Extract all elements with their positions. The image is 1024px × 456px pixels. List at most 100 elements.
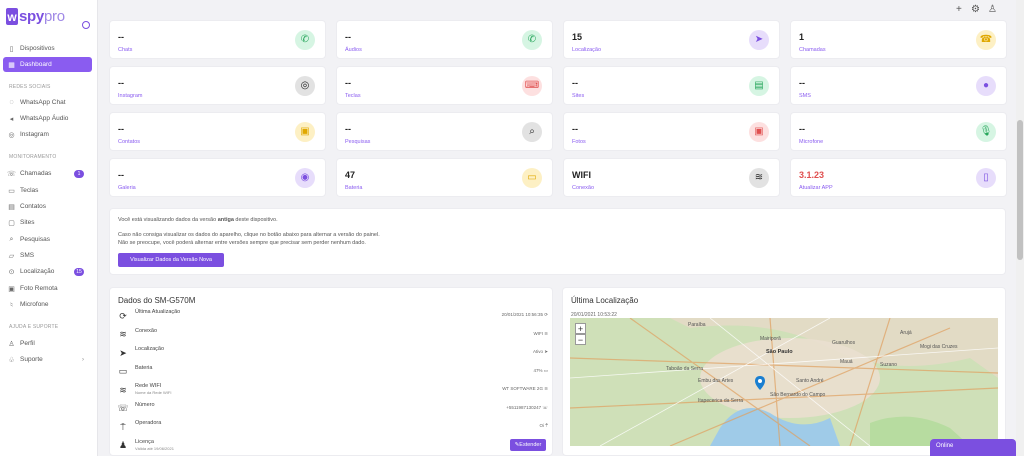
- stat-value: 15: [572, 32, 583, 42]
- device-row-label: Licença: [135, 438, 154, 445]
- user-icon: ♟: [118, 440, 128, 450]
- sidebar-item-whatsapp-audio[interactable]: ◂ WhatsApp Áudio: [3, 111, 92, 126]
- stat-card-instagram[interactable]: -- Instagram ◎: [109, 66, 326, 105]
- camera-icon: ◉: [295, 167, 315, 188]
- topbar: [99, 0, 1024, 17]
- sidebar-item-dispositivos[interactable]: ▯ Dispositivos: [3, 41, 92, 56]
- stat-card-contatos[interactable]: -- Contatos ▣: [109, 112, 326, 151]
- stat-label: Conexão: [572, 185, 595, 191]
- stat-label: Microfone: [799, 139, 824, 145]
- stat-card-conex-o[interactable]: WIFI Conexão ≋: [563, 158, 780, 197]
- location-icon: ⊙: [8, 268, 15, 276]
- refresh-icon: ⟳: [544, 312, 548, 317]
- sidebar-item-chamadas[interactable]: ☏ Chamadas 1: [3, 166, 92, 181]
- sidebar-item-dashboard[interactable]: ▦ Dashboard: [3, 57, 92, 72]
- scrollbar[interactable]: [1016, 0, 1024, 456]
- notice-line-3: Não se preocupe, você poderá alternar en…: [118, 240, 366, 246]
- device-row-label: Localização: [135, 346, 165, 352]
- stat-label: Teclas: [345, 93, 361, 99]
- stat-value: --: [118, 170, 124, 180]
- svg-text:São Paulo: São Paulo: [766, 349, 793, 355]
- sidebar-item-teclas[interactable]: ▭ Teclas: [3, 183, 92, 198]
- battery-icon: ▭: [522, 167, 542, 188]
- svg-text:Guarulhos: Guarulhos: [832, 340, 856, 346]
- sidebar-item-sites[interactable]: ▢ Sites: [3, 215, 92, 230]
- wifi-icon: ≋: [749, 167, 769, 188]
- device-row: ⟳ Última Atualização 20/01/2021 10:56:35 ⟳: [118, 309, 548, 325]
- account-icon[interactable]: ♙: [988, 4, 997, 15]
- extend-license-button[interactable]: ✎ Estender: [510, 439, 546, 451]
- stat-card-atualizar-app[interactable]: 3.1.23 Atualizar APP ▯: [790, 158, 1007, 197]
- zoom-in-button[interactable]: +: [575, 323, 586, 334]
- device-row-label: Conexão: [135, 327, 158, 334]
- stat-card-chamadas[interactable]: 1 Chamadas ☎: [790, 20, 1007, 59]
- stat-label: Contatos: [118, 139, 141, 145]
- sidebar-item-contatos[interactable]: ▤ Contatos: [3, 199, 92, 214]
- location-title: Última Localização: [571, 296, 639, 305]
- antenna-icon: ⍑: [120, 421, 126, 432]
- brand-logo[interactable]: w spypro: [6, 8, 65, 25]
- instagram-icon: ◎: [8, 131, 15, 139]
- whatsapp-icon: ◌: [9, 99, 14, 106]
- navigation-icon: ➤: [544, 349, 548, 354]
- section-redes-sociais: REDES SOCIAIS: [9, 84, 51, 90]
- sidebar-item-localizacao[interactable]: ⊙ Localização 15: [3, 264, 92, 279]
- device-row-value: +5511987130247 ☏: [506, 404, 548, 410]
- device-row-value: WT SOFTWARE 2G ≋: [502, 386, 548, 391]
- search-icon: ⌕: [9, 235, 14, 243]
- phone-icon: ☏: [542, 404, 548, 410]
- device-row: ⍑ Operadora Oi ⍑: [118, 420, 548, 436]
- view-new-version-button[interactable]: Visualizar Dados da Versão Nova: [118, 253, 224, 267]
- stat-label: Instagram: [118, 93, 143, 99]
- sidebar-item-suporte[interactable]: ♧ Suporte ›: [3, 352, 92, 367]
- sidebar-item-sms[interactable]: ▱ SMS: [3, 248, 92, 263]
- stat-card-sms[interactable]: -- SMS ●: [790, 66, 1007, 105]
- sidebar-item-whatsapp-chat[interactable]: ◌ WhatsApp Chat: [3, 95, 92, 110]
- gear-icon[interactable]: ⚙: [971, 4, 980, 15]
- battery-icon: ▭: [543, 367, 548, 373]
- stat-card-fotos[interactable]: -- Fotos ▣: [563, 112, 780, 151]
- svg-text:Mairiporã: Mairiporã: [760, 336, 781, 342]
- device-row-value: WIFI ≋: [533, 330, 548, 336]
- stat-card-pesquisas[interactable]: -- Pesquisas ⌕: [336, 112, 553, 151]
- stat-card--udios[interactable]: -- Áudios ✆: [336, 20, 553, 59]
- stat-label: Galeria: [118, 185, 136, 191]
- stat-card-localiza-o[interactable]: 15 Localização ➤: [563, 20, 780, 59]
- stat-label: Chamadas: [799, 47, 826, 53]
- scrollbar-thumb[interactable]: [1017, 120, 1023, 260]
- add-icon[interactable]: +: [956, 4, 962, 15]
- svg-text:Santo André: Santo André: [796, 378, 824, 384]
- zoom-out-button[interactable]: −: [575, 334, 586, 345]
- location-map[interactable]: Paraíba Mairiporã São Paulo Taboão da Se…: [570, 318, 998, 446]
- svg-text:Paraíba: Paraíba: [688, 322, 706, 328]
- device-row: ☏ Número +5511987130247 ☏: [117, 402, 548, 418]
- sidebar-item-microfone[interactable]: ♮ Microfone: [3, 297, 92, 312]
- collapse-sidebar-icon[interactable]: [82, 21, 90, 29]
- sidebar-item-pesquisas[interactable]: ⌕ Pesquisas: [3, 232, 92, 247]
- map-marker-icon[interactable]: [755, 376, 765, 390]
- map-tiles: Paraíba Mairiporã São Paulo Taboão da Se…: [570, 318, 998, 446]
- stat-value: --: [572, 78, 578, 88]
- device-row-value: Ativo ➤: [532, 349, 548, 354]
- sidebar-item-perfil[interactable]: ♙ Perfil: [3, 336, 92, 351]
- version-notice: Você está visualizando dados da versão a…: [109, 208, 1006, 275]
- browser-icon: ▤: [749, 75, 769, 96]
- stat-label: Pesquisas: [345, 139, 371, 145]
- svg-text:Taboão da Serra: Taboão da Serra: [666, 366, 703, 372]
- stat-value: --: [572, 124, 578, 134]
- chat-bubble-icon: ●: [976, 75, 996, 96]
- stat-card-galeria[interactable]: -- Galeria ◉: [109, 158, 326, 197]
- navigation-icon: ➤: [119, 347, 127, 358]
- stat-card-chats[interactable]: -- Chats ✆: [109, 20, 326, 59]
- stat-card-microfone[interactable]: -- Microfone 🎙: [790, 112, 1007, 151]
- stat-card-bateria[interactable]: 47 Bateria ▭: [336, 158, 553, 197]
- online-chat-tab[interactable]: Online: [930, 439, 1016, 456]
- mic-icon: 🎙: [976, 121, 996, 142]
- stat-card-sites[interactable]: -- Sites ▤: [563, 66, 780, 105]
- sidebar-item-instagram[interactable]: ◎ Instagram: [3, 127, 92, 142]
- sidebar: w spypro ▯ Dispositivos ▦ Dashboard REDES …: [0, 0, 98, 456]
- device-row-label: Bateria: [135, 364, 153, 371]
- section-ajuda-suporte: AJUDA E SUPORTE: [9, 324, 59, 330]
- sidebar-item-foto-remota[interactable]: ▣ Foto Remota: [3, 281, 92, 296]
- stat-card-teclas[interactable]: -- Teclas ⌨: [336, 66, 553, 105]
